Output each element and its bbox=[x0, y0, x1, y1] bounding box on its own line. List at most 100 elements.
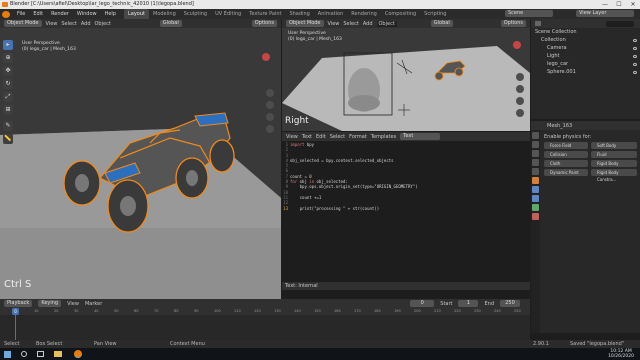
menu-window[interactable]: Window bbox=[73, 9, 101, 19]
workspace-tab-modeling[interactable]: Modeling bbox=[149, 9, 180, 19]
right-perspective-toggle-icon[interactable] bbox=[516, 109, 524, 117]
outliner-item-lego-car[interactable]: lego_car bbox=[531, 60, 640, 68]
workspace-tab-texture-paint[interactable]: Texture Paint bbox=[245, 9, 285, 19]
right-axis-gizmo-icon[interactable] bbox=[513, 41, 521, 49]
outliner-item-sphere[interactable]: Sphere.001 bbox=[531, 68, 640, 76]
right-orientation-dropdown[interactable]: Global bbox=[430, 20, 453, 27]
workspace-tab-rendering[interactable]: Rendering bbox=[347, 9, 381, 19]
workspace-tab-shading[interactable]: Shading bbox=[285, 9, 313, 19]
text-menu-edit[interactable]: Edit bbox=[316, 134, 326, 140]
windows-start-icon[interactable] bbox=[4, 350, 11, 358]
marker-menu[interactable]: Marker bbox=[85, 301, 102, 307]
object-tab-icon[interactable] bbox=[532, 177, 539, 184]
taskbar-search-icon[interactable] bbox=[21, 351, 27, 357]
output-tab-icon[interactable] bbox=[532, 150, 539, 157]
outliner-item-light[interactable]: Light bbox=[531, 52, 640, 60]
dynamic-paint-button[interactable]: Dynamic Paint bbox=[544, 169, 588, 176]
visibility-eye-icon[interactable] bbox=[633, 38, 637, 42]
scene-selector[interactable]: Scene bbox=[505, 10, 553, 17]
soft-body-button[interactable]: Soft Body bbox=[591, 142, 637, 149]
data-tab-icon[interactable] bbox=[532, 204, 539, 211]
scene-tab-icon[interactable] bbox=[532, 159, 539, 166]
menu-edit[interactable]: Edit bbox=[29, 9, 47, 19]
taskbar-blender-icon[interactable] bbox=[74, 350, 82, 358]
outliner-item-collection[interactable]: Collection bbox=[531, 36, 640, 44]
visibility-eye-icon[interactable] bbox=[633, 70, 637, 74]
view-layer-selector[interactable]: View Layer bbox=[576, 10, 634, 17]
close-button[interactable]: ✕ bbox=[626, 0, 640, 9]
right-menu-object[interactable]: Object bbox=[376, 20, 397, 27]
text-menu-templates[interactable]: Templates bbox=[371, 134, 396, 140]
keying-menu[interactable]: Keying bbox=[38, 300, 62, 307]
transform-tool-icon[interactable]: ⊞ bbox=[3, 105, 13, 115]
rotate-tool-icon[interactable]: ↻ bbox=[3, 79, 13, 89]
right-menu-select[interactable]: Select bbox=[343, 21, 358, 27]
workspace-tab-uv-editing[interactable]: UV Editing bbox=[211, 9, 245, 19]
force-field-button[interactable]: Force Field bbox=[544, 142, 588, 149]
axis-gizmo-icon[interactable] bbox=[262, 53, 270, 61]
text-menu-view[interactable]: View bbox=[286, 134, 298, 140]
outliner-scene-collection[interactable]: Scene Collection bbox=[531, 28, 640, 36]
right-camera-view-icon[interactable] bbox=[516, 97, 524, 105]
right-options-dropdown[interactable]: Options bbox=[500, 20, 526, 27]
properties-panel[interactable]: Mesh_163 Enable physics for: Force Field… bbox=[531, 121, 640, 333]
taskbar-clock[interactable]: 10:12 AM 10/26/2020 bbox=[608, 349, 634, 359]
workspace-tab-scripting[interactable]: Scripting bbox=[420, 9, 450, 19]
visibility-eye-icon[interactable] bbox=[633, 46, 637, 50]
workspace-tab-animation[interactable]: Animation bbox=[314, 9, 348, 19]
left-menu-object[interactable]: Object bbox=[95, 21, 111, 27]
text-file-selector[interactable]: Text bbox=[400, 133, 441, 140]
cursor-tool-icon[interactable]: ⊕ bbox=[3, 53, 13, 63]
left-mode-dropdown[interactable]: Object Mode bbox=[4, 20, 42, 27]
timeline-panel[interactable]: Playback Keying View Marker 0 Start 1 En… bbox=[0, 299, 530, 340]
text-menu-select[interactable]: Select bbox=[330, 134, 345, 140]
current-frame-field[interactable]: 0 bbox=[410, 300, 435, 307]
text-menu-text[interactable]: Text bbox=[302, 134, 312, 140]
start-frame-field[interactable]: 1 bbox=[458, 300, 479, 307]
timeline-view-menu[interactable]: View bbox=[67, 301, 79, 307]
right-zoom-view-icon[interactable] bbox=[516, 73, 524, 81]
outliner-search-icon[interactable] bbox=[606, 20, 634, 27]
physics-tab-icon[interactable] bbox=[532, 195, 539, 202]
task-view-icon[interactable] bbox=[37, 351, 44, 357]
left-3d-viewport[interactable]: Object Mode View Select Add Object Globa… bbox=[0, 19, 281, 299]
playback-menu[interactable]: Playback bbox=[4, 300, 33, 307]
measure-tool-icon[interactable]: 📏 bbox=[3, 134, 13, 144]
pan-view-icon[interactable] bbox=[266, 101, 274, 109]
zoom-view-icon[interactable] bbox=[266, 89, 274, 97]
right-menu-view[interactable]: View bbox=[328, 21, 340, 27]
outliner-display-icon[interactable] bbox=[535, 21, 541, 26]
right-pan-view-icon[interactable] bbox=[516, 85, 524, 93]
tool-tab-icon[interactable] bbox=[532, 132, 539, 139]
left-menu-add[interactable]: Add bbox=[81, 21, 91, 27]
select-tool-icon[interactable]: ▸ bbox=[3, 40, 13, 50]
maximize-button[interactable]: ☐ bbox=[612, 0, 626, 9]
file-explorer-icon[interactable] bbox=[54, 351, 62, 357]
world-tab-icon[interactable] bbox=[532, 168, 539, 175]
text-editor[interactable]: View Text Edit Select Format Templates T… bbox=[282, 132, 530, 290]
render-tab-icon[interactable] bbox=[532, 141, 539, 148]
text-menu-format[interactable]: Format bbox=[349, 134, 367, 140]
left-options-dropdown[interactable]: Options bbox=[251, 20, 277, 27]
blender-menu-icon[interactable] bbox=[2, 10, 10, 18]
menu-help[interactable]: Help bbox=[101, 9, 120, 19]
code-area[interactable]: 1 import bpy 2 3 4 obj_selected = bpy.cont… bbox=[282, 142, 530, 211]
move-tool-icon[interactable]: ✥ bbox=[3, 66, 13, 76]
collision-button[interactable]: Collision bbox=[544, 151, 588, 158]
scale-tool-icon[interactable]: ⤢ bbox=[3, 92, 13, 102]
rigid-body-constraint-button[interactable]: Rigid Body Constra... bbox=[591, 169, 637, 182]
outliner-item-camera[interactable]: Camera bbox=[531, 44, 640, 52]
workspace-tab-compositing[interactable]: Compositing bbox=[381, 9, 420, 19]
menu-render[interactable]: Render bbox=[47, 9, 73, 19]
material-tab-icon[interactable] bbox=[532, 213, 539, 220]
workspace-tab-layout[interactable]: Layout bbox=[124, 9, 149, 19]
left-orientation-dropdown[interactable]: Global bbox=[159, 20, 182, 27]
visibility-eye-icon[interactable] bbox=[633, 62, 637, 66]
rigid-body-button[interactable]: Rigid Body bbox=[591, 160, 637, 167]
cloth-button[interactable]: Cloth bbox=[544, 160, 588, 167]
modifier-tab-icon[interactable] bbox=[532, 186, 539, 193]
perspective-toggle-icon[interactable] bbox=[266, 125, 274, 133]
end-frame-field[interactable]: 250 bbox=[500, 300, 520, 307]
fluid-button[interactable]: Fluid bbox=[591, 151, 637, 158]
right-menu-add[interactable]: Add bbox=[363, 21, 373, 27]
